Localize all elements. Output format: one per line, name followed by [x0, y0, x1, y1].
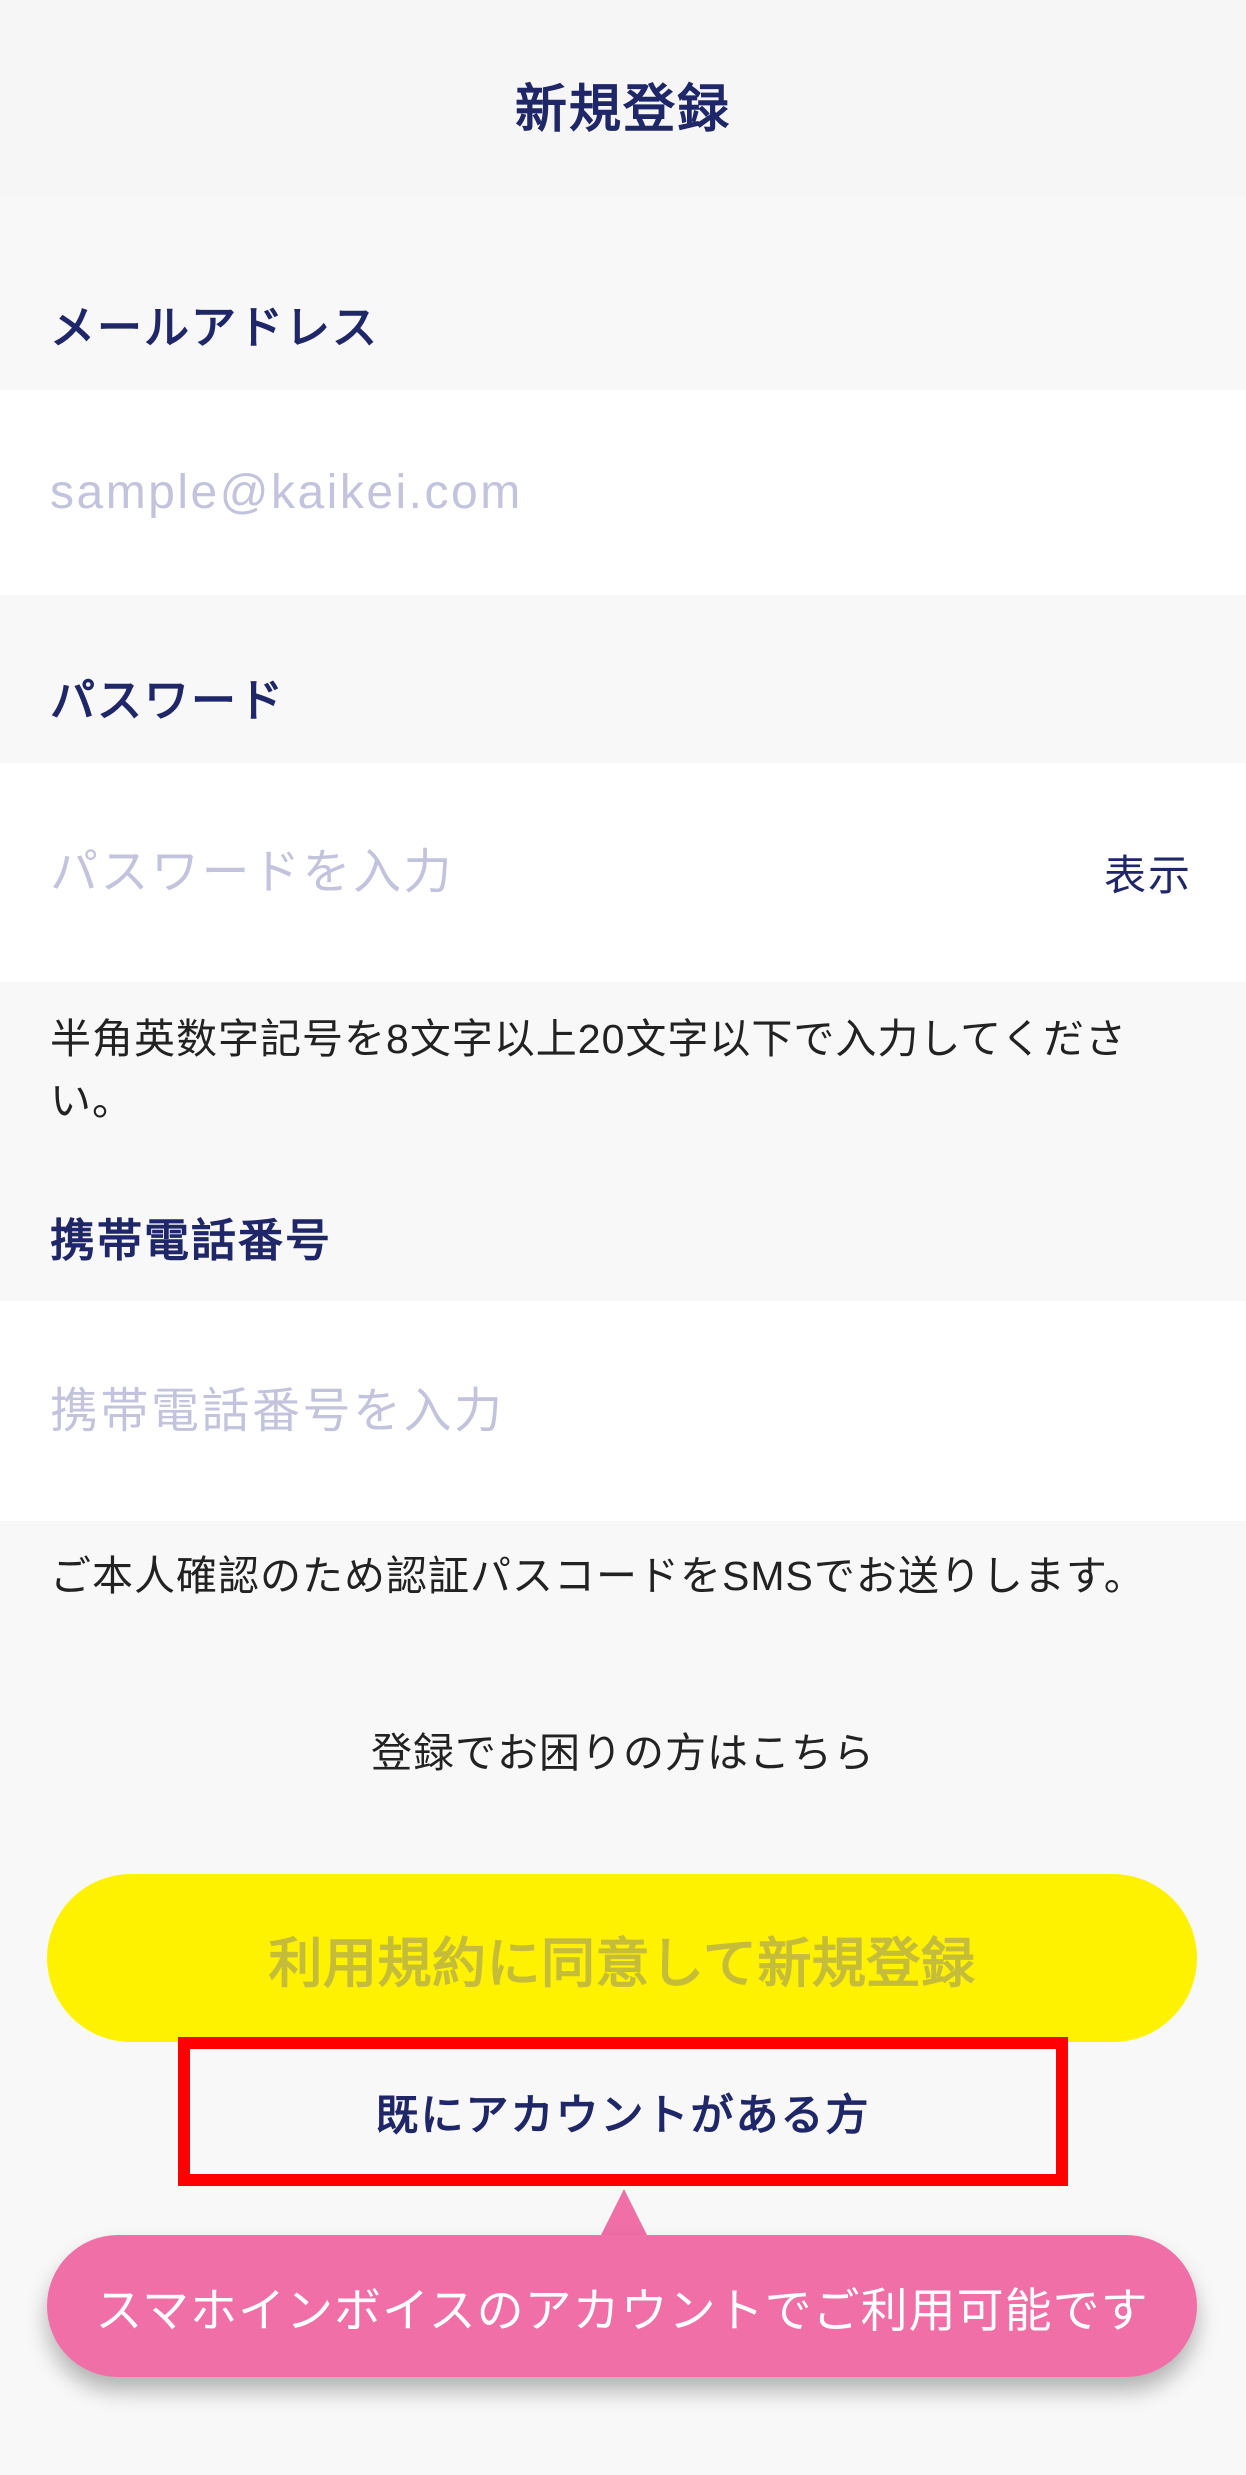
tooltip-arrow — [600, 2189, 648, 2237]
tooltip-text: スマホインボイスのアカウントでご利用可能です — [95, 2283, 1149, 2337]
show-password-button[interactable]: 表示 — [1104, 763, 1192, 982]
highlight-box: 既にアカウントがある方 — [178, 2037, 1068, 2186]
phone-label: 携帯電話番号 — [50, 1215, 333, 1266]
registration-help-link[interactable]: 登録でお困りの方はこちら — [0, 1722, 1246, 1784]
email-input[interactable] — [50, 390, 1050, 595]
phone-input[interactable] — [50, 1301, 1050, 1521]
email-label: メールアドレス — [50, 302, 380, 353]
password-field[interactable]: 表示 — [0, 763, 1246, 982]
phone-field[interactable] — [0, 1301, 1246, 1521]
agree-and-register-button[interactable]: 利用規約に同意して新規登録 — [47, 1874, 1197, 2042]
signup-screen: 新規登録 メールアドレス パスワード 表示 半角英数字記号を8文字以上20文字以… — [0, 0, 1246, 2475]
email-field[interactable] — [0, 390, 1246, 595]
password-hint: 半角英数字記号を8文字以上20文字以下で入力してください。 — [50, 1016, 1127, 1124]
existing-account-link[interactable]: 既にアカウントがある方 — [376, 2081, 871, 2143]
password-input[interactable] — [50, 763, 950, 982]
header: 新規登録 — [0, 0, 1246, 197]
phone-hint: ご本人確認のため認証パスコードをSMSでお送りします。 — [50, 1553, 1146, 1599]
tooltip: スマホインボイスのアカウントでご利用可能です — [47, 2235, 1197, 2377]
password-label: パスワード — [50, 675, 286, 726]
page-title: 新規登録 — [514, 81, 731, 139]
